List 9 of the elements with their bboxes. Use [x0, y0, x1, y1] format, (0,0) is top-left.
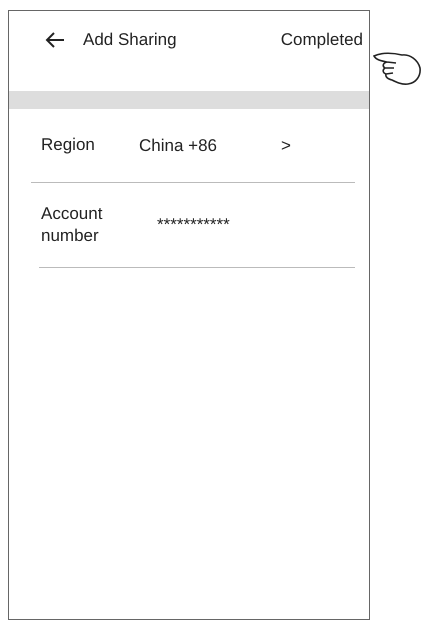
page-title: Add Sharing [83, 30, 178, 50]
field-label: Region [41, 134, 96, 156]
chevron[interactable]: > [281, 136, 291, 156]
field-value[interactable]: *********** [157, 215, 299, 235]
pointing-hand-icon [372, 50, 422, 86]
completed-button[interactable]: Completed [280, 30, 363, 50]
field-value[interactable]: China +86 [139, 136, 281, 156]
field-label: Account number [41, 202, 104, 247]
back-arrow-icon[interactable] [45, 32, 65, 48]
